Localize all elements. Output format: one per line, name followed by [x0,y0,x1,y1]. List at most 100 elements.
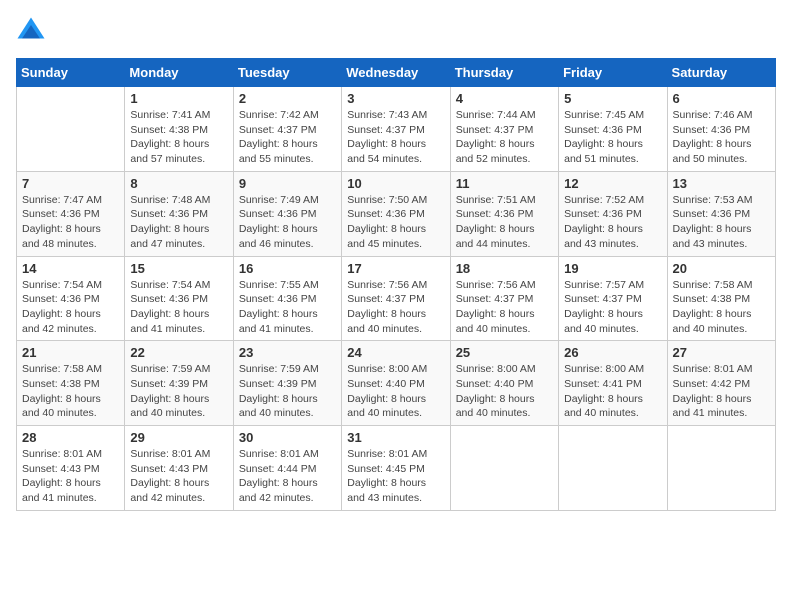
day-number: 2 [239,91,336,106]
day-info: Sunrise: 7:58 AMSunset: 4:38 PMDaylight:… [673,278,770,337]
day-info: Sunrise: 8:01 AMSunset: 4:42 PMDaylight:… [673,362,770,421]
day-number: 14 [22,261,119,276]
calendar-cell: 4Sunrise: 7:44 AMSunset: 4:37 PMDaylight… [450,87,558,172]
day-info: Sunrise: 8:00 AMSunset: 4:40 PMDaylight:… [347,362,444,421]
day-number: 17 [347,261,444,276]
day-info: Sunrise: 7:48 AMSunset: 4:36 PMDaylight:… [130,193,227,252]
logo-icon [16,16,46,46]
calendar-cell: 20 Sunrise: 7:58 AMSunset: 4:38 PMDayligh… [667,256,775,341]
day-number: 16 [239,261,336,276]
day-number: 29 [130,430,227,445]
day-number: 18 [456,261,553,276]
day-info: Sunrise: 8:00 AMSunset: 4:41 PMDaylight:… [564,362,661,421]
day-number: 23 [239,345,336,360]
calendar-week-row: 21 Sunrise: 7:58 AMSunset: 4:38 PMDayligh… [17,341,776,426]
calendar-cell: 21 Sunrise: 7:58 AMSunset: 4:38 PMDayligh… [17,341,125,426]
calendar-cell: 28 Sunrise: 8:01 AMSunset: 4:43 PMDayligh… [17,426,125,511]
calendar-cell: 5Sunrise: 7:45 AMSunset: 4:36 PMDaylight… [559,87,667,172]
calendar-cell [667,426,775,511]
day-info: Sunrise: 7:50 AMSunset: 4:36 PMDaylight:… [347,193,444,252]
day-number: 26 [564,345,661,360]
day-info: Sunrise: 7:54 AMSunset: 4:36 PMDaylight:… [22,278,119,337]
calendar-cell: 14 Sunrise: 7:54 AMSunset: 4:36 PMDayligh… [17,256,125,341]
day-number: 10 [347,176,444,191]
day-number: 25 [456,345,553,360]
calendar-cell: 12 Sunrise: 7:52 AMSunset: 4:36 PMDayligh… [559,171,667,256]
calendar-cell: 18 Sunrise: 7:56 AMSunset: 4:37 PMDayligh… [450,256,558,341]
calendar-cell: 16 Sunrise: 7:55 AMSunset: 4:36 PMDayligh… [233,256,341,341]
day-info: Sunrise: 7:44 AMSunset: 4:37 PMDaylight:… [456,108,553,167]
calendar-cell: 17 Sunrise: 7:56 AMSunset: 4:37 PMDayligh… [342,256,450,341]
page-header [16,16,776,46]
day-number: 12 [564,176,661,191]
day-number: 30 [239,430,336,445]
day-number: 9 [239,176,336,191]
day-number: 3 [347,91,444,106]
day-info: Sunrise: 7:57 AMSunset: 4:37 PMDaylight:… [564,278,661,337]
calendar-cell: 2Sunrise: 7:42 AMSunset: 4:37 PMDaylight… [233,87,341,172]
calendar-week-row: 7 Sunrise: 7:47 AMSunset: 4:36 PMDaylight… [17,171,776,256]
day-info: Sunrise: 7:56 AMSunset: 4:37 PMDaylight:… [456,278,553,337]
day-number: 20 [673,261,770,276]
calendar-cell: 9 Sunrise: 7:49 AMSunset: 4:36 PMDaylight… [233,171,341,256]
calendar-cell: 29 Sunrise: 8:01 AMSunset: 4:43 PMDayligh… [125,426,233,511]
day-number: 11 [456,176,553,191]
day-info: Sunrise: 8:01 AMSunset: 4:44 PMDaylight:… [239,447,336,506]
calendar-cell: 8 Sunrise: 7:48 AMSunset: 4:36 PMDaylight… [125,171,233,256]
calendar-cell: 10 Sunrise: 7:50 AMSunset: 4:36 PMDayligh… [342,171,450,256]
day-number: 28 [22,430,119,445]
day-info: Sunrise: 7:54 AMSunset: 4:36 PMDaylight:… [130,278,227,337]
day-number: 19 [564,261,661,276]
day-number: 1 [130,91,227,106]
day-info: Sunrise: 7:46 AMSunset: 4:36 PMDaylight:… [673,108,770,167]
column-header-saturday: Saturday [667,59,775,87]
day-info: Sunrise: 8:01 AMSunset: 4:45 PMDaylight:… [347,447,444,506]
day-info: Sunrise: 8:01 AMSunset: 4:43 PMDaylight:… [130,447,227,506]
calendar-week-row: 14 Sunrise: 7:54 AMSunset: 4:36 PMDayligh… [17,256,776,341]
day-info: Sunrise: 7:51 AMSunset: 4:36 PMDaylight:… [456,193,553,252]
day-number: 5 [564,91,661,106]
calendar-cell: 30 Sunrise: 8:01 AMSunset: 4:44 PMDayligh… [233,426,341,511]
calendar-cell: 19 Sunrise: 7:57 AMSunset: 4:37 PMDayligh… [559,256,667,341]
day-number: 24 [347,345,444,360]
day-info: Sunrise: 7:41 AMSunset: 4:38 PMDaylight:… [130,108,227,167]
calendar-cell: 24 Sunrise: 8:00 AMSunset: 4:40 PMDayligh… [342,341,450,426]
day-info: Sunrise: 7:56 AMSunset: 4:37 PMDaylight:… [347,278,444,337]
calendar-cell: 13 Sunrise: 7:53 AMSunset: 4:36 PMDayligh… [667,171,775,256]
calendar-cell [559,426,667,511]
column-header-sunday: Sunday [17,59,125,87]
day-info: Sunrise: 7:58 AMSunset: 4:38 PMDaylight:… [22,362,119,421]
calendar-cell [17,87,125,172]
day-number: 13 [673,176,770,191]
calendar-header-row: SundayMondayTuesdayWednesdayThursdayFrid… [17,59,776,87]
day-info: Sunrise: 8:00 AMSunset: 4:40 PMDaylight:… [456,362,553,421]
day-number: 22 [130,345,227,360]
calendar-week-row: 1 Sunrise: 7:41 AMSunset: 4:38 PMDaylight… [17,87,776,172]
column-header-monday: Monday [125,59,233,87]
day-info: Sunrise: 7:53 AMSunset: 4:36 PMDaylight:… [673,193,770,252]
calendar-cell: 11 Sunrise: 7:51 AMSunset: 4:36 PMDayligh… [450,171,558,256]
day-info: Sunrise: 7:49 AMSunset: 4:36 PMDaylight:… [239,193,336,252]
day-info: Sunrise: 7:55 AMSunset: 4:36 PMDaylight:… [239,278,336,337]
calendar-cell: 22 Sunrise: 7:59 AMSunset: 4:39 PMDayligh… [125,341,233,426]
column-header-thursday: Thursday [450,59,558,87]
day-info: Sunrise: 7:59 AMSunset: 4:39 PMDaylight:… [130,362,227,421]
calendar-cell: 23 Sunrise: 7:59 AMSunset: 4:39 PMDayligh… [233,341,341,426]
day-number: 7 [22,176,119,191]
day-number: 21 [22,345,119,360]
calendar-cell: 15Sunrise: 7:54 AMSunset: 4:36 PMDayligh… [125,256,233,341]
day-info: Sunrise: 7:43 AMSunset: 4:37 PMDaylight:… [347,108,444,167]
column-header-wednesday: Wednesday [342,59,450,87]
column-header-friday: Friday [559,59,667,87]
calendar-cell: 26 Sunrise: 8:00 AMSunset: 4:41 PMDayligh… [559,341,667,426]
calendar-cell [450,426,558,511]
calendar-cell: 31Sunrise: 8:01 AMSunset: 4:45 PMDayligh… [342,426,450,511]
day-info: Sunrise: 7:47 AMSunset: 4:36 PMDaylight:… [22,193,119,252]
day-info: Sunrise: 7:59 AMSunset: 4:39 PMDaylight:… [239,362,336,421]
logo [16,16,50,46]
day-info: Sunrise: 7:52 AMSunset: 4:36 PMDaylight:… [564,193,661,252]
day-number: 8 [130,176,227,191]
calendar-cell: 27 Sunrise: 8:01 AMSunset: 4:42 PMDayligh… [667,341,775,426]
day-info: Sunrise: 8:01 AMSunset: 4:43 PMDaylight:… [22,447,119,506]
day-number: 27 [673,345,770,360]
